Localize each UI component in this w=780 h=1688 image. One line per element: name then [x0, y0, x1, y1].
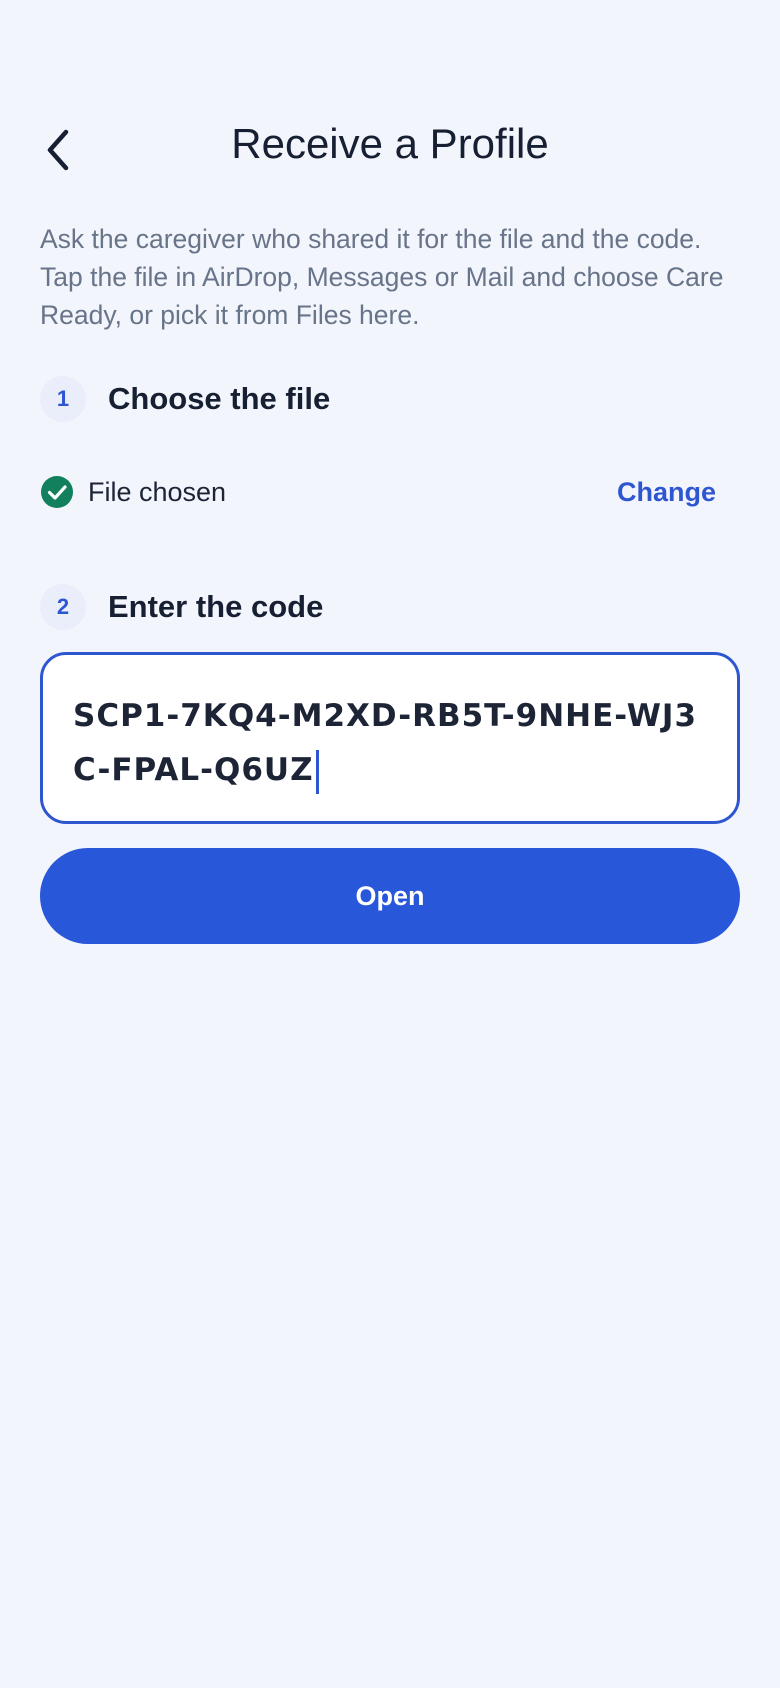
code-text: SCP1-7KQ4-M2XD-RB5T-9NHE-WJ3C-FPAL-Q6UZ [73, 698, 698, 788]
code-input-value: SCP1-7KQ4-M2XD-RB5T-9NHE-WJ3C-FPAL-Q6UZ [73, 689, 707, 797]
receive-profile-screen: Receive a Profile Ask the caregiver who … [0, 0, 780, 1688]
file-status-label: File chosen [88, 476, 227, 507]
file-status-row: File chosen Change [40, 470, 716, 514]
step-enter-code: 2 Enter the code [40, 584, 323, 630]
step-choose-file: 1 Choose the file [40, 376, 330, 422]
text-caret [315, 749, 319, 794]
step-title: Enter the code [108, 589, 324, 624]
step-number-badge: 2 [40, 584, 86, 630]
step-number-badge: 1 [40, 376, 86, 422]
check-circle-icon [40, 475, 74, 509]
instructions-text: Ask the caregiver who shared it for the … [40, 224, 724, 330]
open-button[interactable]: Open [40, 848, 740, 944]
page-title: Receive a Profile [231, 120, 549, 167]
step-title: Choose the file [108, 381, 331, 416]
code-input[interactable]: SCP1-7KQ4-M2XD-RB5T-9NHE-WJ3C-FPAL-Q6UZ [40, 652, 740, 824]
change-file-link[interactable]: Change [617, 477, 716, 508]
